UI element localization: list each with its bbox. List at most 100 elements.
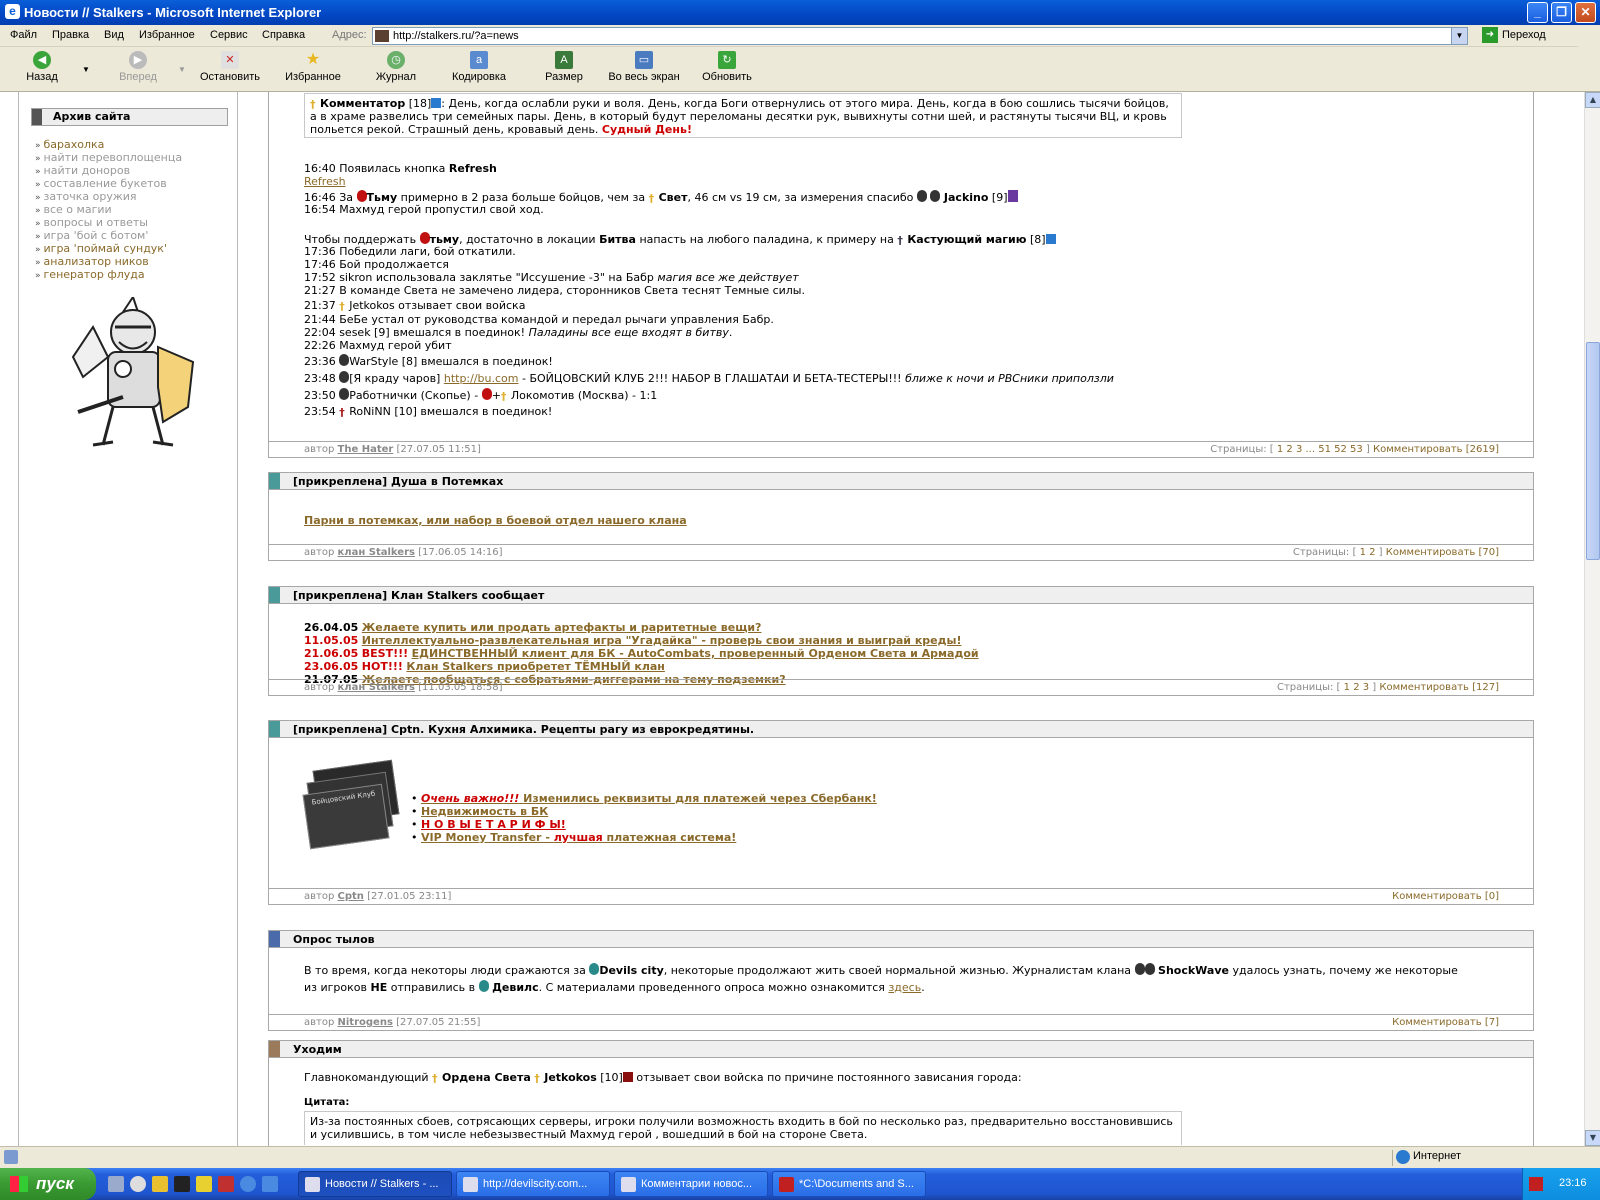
pages-links[interactable]: 1 2 3 bbox=[1344, 682, 1369, 693]
external-link[interactable]: http://bu.com bbox=[444, 372, 519, 385]
start-button[interactable]: пуск bbox=[0, 1168, 96, 1200]
comment-link[interactable]: Комментировать [2619] bbox=[1373, 444, 1499, 455]
tariffs-link[interactable]: Н О В Ы Е Т А Р И Ф Ы! bbox=[421, 818, 566, 831]
refresh-link[interactable]: Refresh bbox=[304, 175, 346, 188]
archive-link[interactable]: генератор флуда bbox=[44, 268, 145, 281]
important-link[interactable]: Очень важно!!! Изменились реквизиты для … bbox=[421, 792, 877, 805]
user-name[interactable]: Jackino bbox=[944, 191, 989, 204]
archive-link[interactable]: найти перевоплощенца bbox=[44, 151, 183, 164]
scroll-down-icon[interactable]: ▼ bbox=[1585, 1130, 1600, 1146]
history-button[interactable]: ◷ Журнал bbox=[374, 51, 418, 83]
archive-link[interactable]: заточка оружия bbox=[44, 190, 137, 203]
log-line: 21:44 БеБе устал от руководства командой… bbox=[304, 313, 774, 326]
archive-link[interactable]: вопросы и ответы bbox=[44, 216, 148, 229]
user-name[interactable]: Кастующий магию bbox=[907, 233, 1026, 246]
menu-help[interactable]: Справка bbox=[262, 29, 305, 41]
close-button[interactable]: ✕ bbox=[1575, 2, 1596, 23]
pages-links[interactable]: 1 2 bbox=[1360, 547, 1376, 558]
vip-transfer-link[interactable]: VIP Money Transfer - лучшая платежная си… bbox=[421, 831, 736, 844]
show-desktop-icon[interactable] bbox=[108, 1176, 124, 1192]
archive-link[interactable]: игра 'поймай сундук' bbox=[44, 242, 167, 255]
maximize-button[interactable]: ❐ bbox=[1551, 2, 1572, 23]
dark-clan-icon bbox=[481, 388, 492, 400]
archive-link[interactable]: все о магии bbox=[44, 203, 112, 216]
info-icon[interactable] bbox=[1007, 190, 1018, 202]
menu-view[interactable]: Вид bbox=[104, 29, 124, 41]
stop-button[interactable]: ✕ Остановить bbox=[198, 51, 262, 83]
author-link[interactable]: Nitrogens bbox=[338, 1017, 393, 1028]
archive-link[interactable]: игра 'бой с ботом' bbox=[44, 229, 149, 242]
menu-tools[interactable]: Сервис bbox=[210, 29, 248, 41]
forward-dropdown-icon[interactable]: ▼ bbox=[178, 65, 186, 74]
list-item: • Очень важно!!! Изменились реквизиты дл… bbox=[411, 792, 877, 805]
fullscreen-icon: ▭ bbox=[635, 51, 653, 69]
realty-link[interactable]: Недвижимость в БК bbox=[421, 805, 548, 818]
announcement-link[interactable]: ЕДИНСТВЕННЫЙ клиент для БК - AutoCombats… bbox=[412, 647, 979, 660]
menu-favorites[interactable]: Избранное bbox=[139, 29, 195, 41]
comment-link[interactable]: Комментировать [70] bbox=[1386, 547, 1499, 558]
back-button[interactable]: ◀ Назад bbox=[24, 51, 60, 83]
announcement-link[interactable]: Интеллектуально-развлекательная игра "Уг… bbox=[362, 634, 962, 647]
announcement-link[interactable]: Желаете купить или продать артефакты и р… bbox=[362, 621, 762, 634]
scroll-up-icon[interactable]: ▲ bbox=[1585, 92, 1600, 108]
minimize-button[interactable]: _ bbox=[1527, 2, 1548, 23]
quicklaunch-app-icon[interactable] bbox=[262, 1176, 278, 1192]
log-text: RoNiNN [10] вмешался в поединок! bbox=[349, 405, 553, 418]
post-paragraph: из игроков НЕ отправились в Девилс. С ма… bbox=[304, 980, 925, 994]
here-link[interactable]: здесь bbox=[888, 981, 921, 994]
comment-link[interactable]: Комментировать [7] bbox=[1392, 1017, 1499, 1028]
fullscreen-button[interactable]: ▭ Во весь экран bbox=[606, 51, 682, 83]
refresh-button[interactable]: ↻ Обновить bbox=[700, 51, 754, 83]
vertical-scrollbar[interactable]: ▲ ▼ bbox=[1584, 92, 1600, 1146]
archive-link[interactable]: анализатор ников bbox=[44, 255, 149, 268]
back-dropdown-icon[interactable]: ▼ bbox=[82, 65, 90, 74]
status-bar: Интернет bbox=[0, 1146, 1600, 1168]
info-icon[interactable] bbox=[431, 98, 442, 108]
address-url[interactable]: http://stalkers.ru/?a=news bbox=[393, 30, 519, 42]
post-link[interactable]: Парни в потемках, или набор в боевой отд… bbox=[304, 514, 687, 527]
author-link[interactable]: Cptn bbox=[338, 891, 364, 902]
info-icon[interactable] bbox=[1045, 234, 1056, 244]
clock[interactable]: 23:16 bbox=[1559, 1177, 1587, 1189]
task-button[interactable]: http://devilscity.com... bbox=[456, 1171, 610, 1197]
quicklaunch-app-icon[interactable] bbox=[152, 1176, 168, 1192]
pages-links[interactable]: 1 2 3 ... 51 52 53 bbox=[1277, 444, 1363, 455]
scroll-thumb[interactable] bbox=[1586, 342, 1600, 560]
post-header: [прикреплена] Клан Stalkers сообщает bbox=[269, 587, 1533, 604]
author-link[interactable]: клан Stalkers bbox=[338, 682, 415, 693]
bullet-arrow-icon: » bbox=[35, 245, 41, 255]
announcement-link[interactable]: Клан Stalkers приобретет ТЁМНЫЙ клан bbox=[406, 660, 665, 673]
menu-edit[interactable]: Правка bbox=[52, 29, 89, 41]
address-bar[interactable]: http://stalkers.ru/?a=news ▼ bbox=[372, 27, 1468, 45]
quote-author[interactable]: Комментатор bbox=[320, 97, 405, 110]
go-label: Переход bbox=[1502, 28, 1546, 41]
archive-link[interactable]: барахолка bbox=[44, 138, 105, 151]
task-button[interactable]: Новости // Stalkers - ... bbox=[298, 1171, 452, 1197]
post-date: [27.07.05 11:51] bbox=[396, 444, 481, 455]
go-button[interactable]: ➜ Переход bbox=[1482, 27, 1546, 45]
favorites-button[interactable]: ★ Избранное bbox=[284, 51, 342, 83]
author-link[interactable]: клан Stalkers bbox=[338, 547, 415, 558]
tray-app-icon[interactable] bbox=[1529, 1177, 1543, 1191]
quicklaunch-app-icon[interactable] bbox=[174, 1176, 190, 1192]
title-bar[interactable]: e Новости // Stalkers - Microsoft Intern… bbox=[0, 0, 1600, 25]
task-button[interactable]: *C:\Documents and S... bbox=[772, 1171, 926, 1197]
windows-flag-icon bbox=[10, 1176, 28, 1192]
forward-button[interactable]: ▶ Вперед bbox=[116, 51, 160, 83]
winamp-icon[interactable] bbox=[196, 1176, 212, 1192]
media-player-icon[interactable] bbox=[130, 1176, 146, 1192]
author-link[interactable]: The Hater bbox=[338, 444, 394, 455]
info-icon[interactable] bbox=[622, 1072, 633, 1082]
chevron-down-icon[interactable]: ▼ bbox=[1451, 28, 1467, 44]
comment-link[interactable]: Комментировать [0] bbox=[1392, 891, 1499, 902]
archive-link[interactable]: составление букетов bbox=[44, 177, 167, 190]
size-button[interactable]: A Размер bbox=[544, 51, 584, 83]
task-button[interactable]: Комментарии новос... bbox=[614, 1171, 768, 1197]
ie-icon[interactable] bbox=[240, 1176, 256, 1192]
user-name[interactable]: Jetkokos bbox=[544, 1071, 597, 1084]
quicklaunch-app-icon[interactable] bbox=[218, 1176, 234, 1192]
menu-file[interactable]: Файл bbox=[10, 29, 37, 41]
comment-link[interactable]: Комментировать [127] bbox=[1379, 682, 1499, 693]
encoding-button[interactable]: a Кодировка bbox=[448, 51, 510, 83]
archive-link[interactable]: найти доноров bbox=[44, 164, 131, 177]
